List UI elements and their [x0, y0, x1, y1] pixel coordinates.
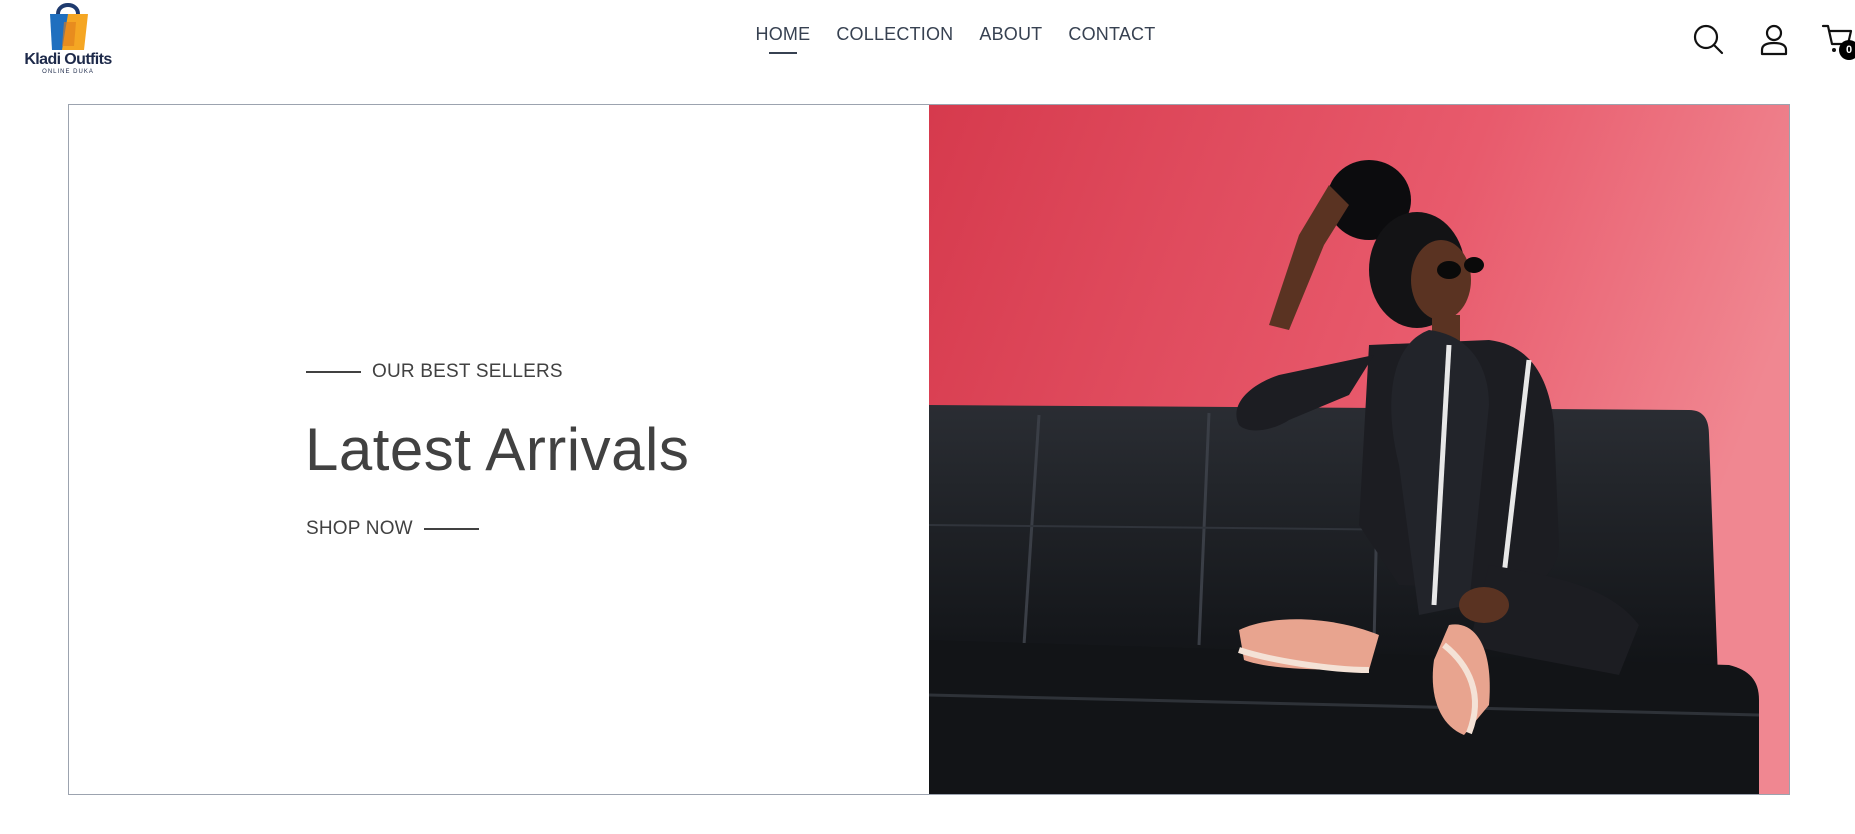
cart-icon[interactable]: 0 — [1821, 22, 1855, 60]
hero-banner: OUR BEST SELLERS Latest Arrivals SHOP NO… — [68, 104, 1790, 795]
nav-item-label: COLLECTION — [836, 24, 954, 44]
cart-count-badge: 0 — [1839, 40, 1855, 60]
model-on-sofa-illustration — [929, 105, 1789, 794]
nav-item-label: CONTACT — [1068, 24, 1156, 44]
shop-now-line — [423, 528, 479, 530]
nav-item-about[interactable]: ABOUT — [979, 24, 1042, 45]
user-icon[interactable] — [1757, 22, 1791, 56]
site-header: Kladi Outfits ONLINE DUKA HOME COLLECTIO… — [0, 0, 1855, 90]
hero-title: Latest Arrivals — [305, 416, 690, 483]
nav-item-home[interactable]: HOME — [755, 24, 811, 54]
active-underline — [769, 52, 797, 54]
brand-name: Kladi Outfits — [24, 51, 112, 68]
hero-kicker: OUR BEST SELLERS — [306, 361, 563, 383]
nav-item-contact[interactable]: CONTACT — [1068, 24, 1155, 45]
brand-tagline: ONLINE DUKA — [42, 69, 94, 75]
nav-item-label: HOME — [755, 24, 811, 44]
main-nav: HOME COLLECTION ABOUT CONTACT — [0, 24, 1855, 54]
nav-item-label: ABOUT — [979, 24, 1043, 44]
search-icon[interactable] — [1691, 22, 1725, 56]
hero-image — [929, 105, 1789, 794]
nav-item-collection[interactable]: COLLECTION — [836, 24, 953, 45]
shop-now-label: SHOP NOW — [306, 518, 413, 539]
kicker-line — [306, 371, 361, 373]
hero-text-panel: OUR BEST SELLERS Latest Arrivals SHOP NO… — [69, 105, 929, 794]
shop-now-button[interactable]: SHOP NOW — [306, 518, 479, 540]
kicker-text: OUR BEST SELLERS — [372, 361, 563, 382]
